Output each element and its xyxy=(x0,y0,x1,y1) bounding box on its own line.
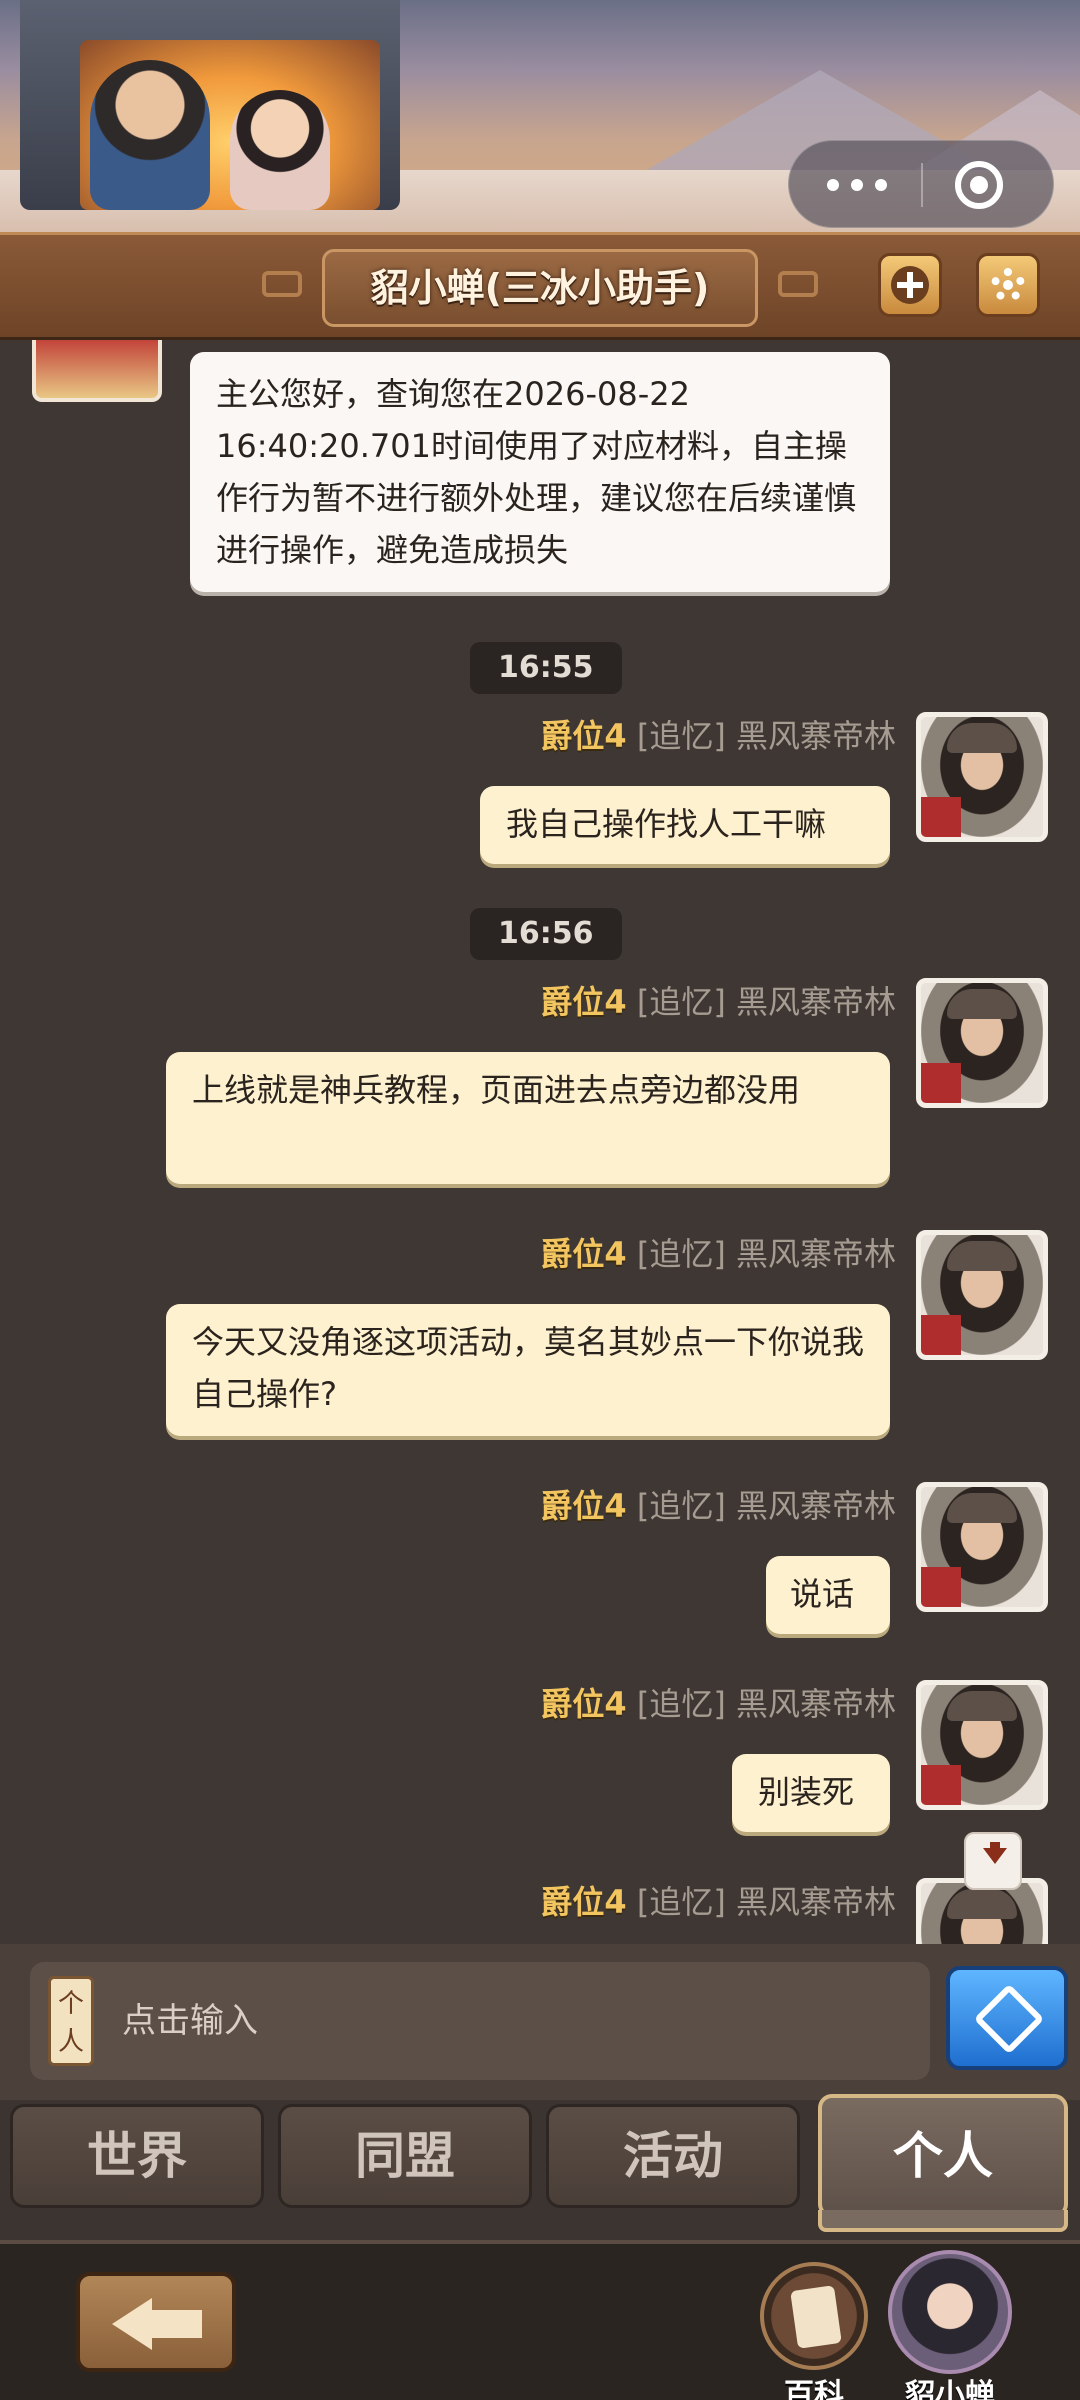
message-text: 说话 xyxy=(790,1575,855,1613)
sender-tag: [追忆] xyxy=(636,1235,726,1273)
timestamp: 16:56 xyxy=(470,908,622,960)
exit-button[interactable] xyxy=(76,2272,236,2372)
tab-label: 同盟 xyxy=(355,2127,455,2185)
add-button[interactable] xyxy=(878,253,942,317)
wiki-button[interactable] xyxy=(760,2262,868,2370)
target-ring-icon[interactable] xyxy=(955,161,1003,209)
wiki-label: 百科 xyxy=(784,2378,844,2400)
sender-line: 爵位4 [追忆] 黑风寨帝林 xyxy=(540,1880,896,1924)
message-text: 别装死 xyxy=(758,1773,855,1811)
sender-name[interactable]: 黑风寨帝林 xyxy=(736,1685,896,1723)
tab-label: 个人 xyxy=(893,2127,993,2185)
sender-tag: [追忆] xyxy=(636,983,726,1021)
channel-tag-label: 个人 xyxy=(57,1989,84,2057)
cards-icon xyxy=(790,2285,842,2349)
bot-message-text: 主公您好，查询您在2026-08-22 16:40:20.701时间使用了对应材… xyxy=(216,375,857,569)
my-message-bubble: 说话 xyxy=(766,1556,890,1634)
settings-button[interactable] xyxy=(976,253,1040,317)
exit-arrow-tail xyxy=(150,2310,202,2338)
sender-rank: 爵位4 xyxy=(540,1685,627,1723)
old-man-illustration xyxy=(90,60,210,210)
assistant-label: 貂小蝉 xyxy=(905,2378,995,2400)
my-message-bubble: 上线就是神兵教程，页面进去点旁边都没用 xyxy=(166,1052,890,1184)
tab-personal[interactable]: 个人 xyxy=(818,2094,1068,2232)
tab-label: 世界 xyxy=(87,2127,187,2185)
sender-rank: 爵位4 xyxy=(540,1883,627,1921)
message-text: 上线就是神兵教程，页面进去点旁边都没用 xyxy=(192,1071,801,1109)
exit-arrow-icon xyxy=(112,2298,152,2350)
arrow-down-head xyxy=(983,1848,1007,1864)
sender-rank: 爵位4 xyxy=(540,1235,627,1273)
sender-line: 爵位4 [追忆] 黑风寨帝林 xyxy=(540,1484,896,1528)
sender-avatar[interactable] xyxy=(916,1680,1048,1810)
my-message-bubble: 我自己操作找人工干嘛 xyxy=(480,786,890,864)
channel-tag[interactable]: 个人 xyxy=(48,1976,94,2066)
sender-tag: [追忆] xyxy=(636,1487,726,1525)
tab-label: 活动 xyxy=(623,2127,723,2185)
bot-message-bubble: 主公您好，查询您在2026-08-22 16:40:20.701时间使用了对应材… xyxy=(190,352,890,592)
title-bar: 貂小蝉(三冰小助手) xyxy=(0,232,1080,340)
sender-line: 爵位4 [追忆] 黑风寨帝林 xyxy=(540,714,896,758)
chat-area[interactable]: 主公您好，查询您在2026-08-22 16:40:20.701时间使用了对应材… xyxy=(0,340,1080,1944)
my-message-bubble: 别装死 xyxy=(732,1754,890,1832)
bot-avatar[interactable] xyxy=(32,340,162,402)
sender-name[interactable]: 黑风寨帝林 xyxy=(736,1487,896,1525)
capsule-divider xyxy=(921,163,923,207)
title-plate: 貂小蝉(三冰小助手) xyxy=(322,249,758,327)
miniprogram-capsule xyxy=(788,140,1054,228)
sender-avatar[interactable] xyxy=(916,712,1048,842)
message-text: 今天又没角逐这项活动，莫名其妙点一下你说我自己操作? xyxy=(192,1323,865,1413)
sender-avatar[interactable] xyxy=(916,1482,1048,1612)
sender-tag: [追忆] xyxy=(636,717,726,755)
input-placeholder: 点击输入 xyxy=(122,2001,258,2041)
sender-line: 爵位4 [追忆] 黑风寨帝林 xyxy=(540,980,896,1024)
plus-icon xyxy=(891,266,929,304)
sender-rank: 爵位4 xyxy=(540,717,627,755)
girl-illustration xyxy=(230,90,330,210)
scroll-to-bottom-button[interactable] xyxy=(964,1832,1022,1890)
send-button[interactable] xyxy=(946,1966,1068,2070)
assistant-avatar-button[interactable] xyxy=(888,2250,1012,2374)
more-dots-icon[interactable] xyxy=(827,177,887,193)
sender-name[interactable]: 黑风寨帝林 xyxy=(736,1883,896,1921)
ornament-left xyxy=(262,271,302,297)
page-title: 貂小蝉(三冰小助手) xyxy=(370,266,710,310)
bottom-bar: 百科 貂小蝉 xyxy=(0,2240,1080,2400)
gate-illustration xyxy=(20,0,400,210)
sender-line: 爵位4 [追忆] 黑风寨帝林 xyxy=(540,1232,896,1276)
sender-name[interactable]: 黑风寨帝林 xyxy=(736,717,896,755)
sender-tag: [追忆] xyxy=(636,1685,726,1723)
message-input[interactable]: 个人 点击输入 xyxy=(30,1962,930,2080)
input-area: 个人 点击输入 xyxy=(0,1944,1080,2100)
tab-alliance[interactable]: 同盟 xyxy=(278,2104,532,2208)
sender-avatar[interactable] xyxy=(916,978,1048,1108)
sender-avatar[interactable] xyxy=(916,1230,1048,1360)
sender-rank: 爵位4 xyxy=(540,1487,627,1525)
header-banner xyxy=(0,0,1080,232)
sender-line: 爵位4 [追忆] 黑风寨帝林 xyxy=(540,1682,896,1726)
sender-tag: [追忆] xyxy=(636,1883,726,1921)
tab-activity[interactable]: 活动 xyxy=(546,2104,800,2208)
tab-world[interactable]: 世界 xyxy=(10,2104,264,2208)
sender-name[interactable]: 黑风寨帝林 xyxy=(736,983,896,1021)
ornament-right xyxy=(778,271,818,297)
gear-icon xyxy=(991,268,1025,302)
sender-rank: 爵位4 xyxy=(540,983,627,1021)
timestamp: 16:55 xyxy=(470,642,622,694)
sender-name[interactable]: 黑风寨帝林 xyxy=(736,1235,896,1273)
my-message-bubble: 今天又没角逐这项活动，莫名其妙点一下你说我自己操作? xyxy=(166,1304,890,1436)
send-arrow-icon xyxy=(973,1983,1045,2055)
message-text: 我自己操作找人工干嘛 xyxy=(506,805,827,843)
channel-tabs: 世界 同盟 活动 个人 xyxy=(0,2094,1080,2240)
